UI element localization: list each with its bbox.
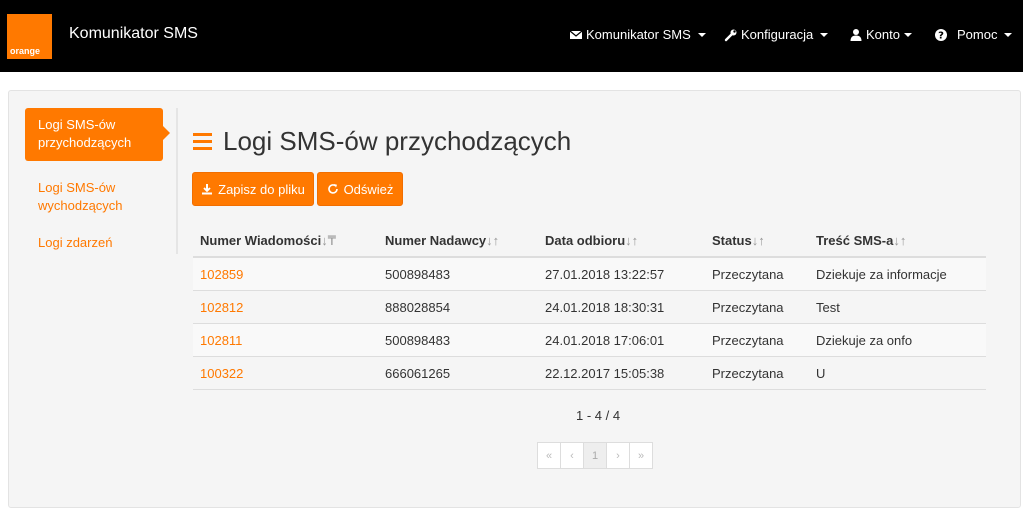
status: Przeczytana: [712, 300, 784, 315]
column-header-message-number[interactable]: Numer Wiadomości↓₸: [200, 233, 336, 249]
logo-text: orange: [10, 46, 41, 56]
sidebar: Logi SMS-ów przychodzących Logi SMS-ów w…: [25, 108, 178, 254]
nav-konto-label: Konto: [866, 27, 900, 42]
message-number-link[interactable]: 102859: [200, 267, 243, 282]
pagination-prev-button[interactable]: ‹: [560, 442, 584, 469]
pagination-page-1[interactable]: 1: [583, 442, 607, 469]
sidebar-item-label: Logi SMS-ów: [38, 117, 116, 132]
save-to-file-button[interactable]: Zapisz do pliku: [192, 172, 314, 206]
receive-date: 24.01.2018 17:06:01: [545, 333, 665, 348]
sender-number: 888028854: [385, 300, 451, 315]
message-number-link[interactable]: 100322: [200, 366, 243, 381]
pagination-last-button[interactable]: »: [629, 442, 653, 469]
pager-info: 1 - 4 / 4: [576, 408, 621, 423]
refresh-label: Odśwież: [343, 181, 394, 197]
pagination: « ‹ 1 › »: [537, 442, 653, 469]
table-header-row: Numer Wiadomości↓₸ Numer Nadawcy↓↑ Data …: [193, 224, 986, 258]
column-header-sms-content[interactable]: Treść SMS-a↓↑: [816, 233, 906, 248]
nav-konto[interactable]: Konto: [849, 27, 912, 42]
message-number-link[interactable]: 102812: [200, 300, 243, 315]
receive-date: 27.01.2018 13:22:57: [545, 267, 665, 282]
nav-pomoc-label: Pomoc: [957, 27, 998, 42]
sender-number: 666061265: [385, 366, 451, 381]
nav-pomoc[interactable]: ? Pomoc: [934, 27, 1013, 42]
message-number-link[interactable]: 102811: [200, 333, 242, 348]
orange-logo[interactable]: orange: [7, 14, 52, 59]
column-header-receive-date[interactable]: Data odbioru↓↑: [545, 233, 638, 248]
sidebar-item-label: wychodzących: [38, 198, 123, 213]
status: Przeczytana: [712, 267, 784, 282]
sort-icon: ↓↑: [625, 233, 639, 248]
page-title: Logi SMS-ów przychodzących: [193, 126, 571, 157]
column-header-status[interactable]: Status↓↑: [712, 233, 765, 248]
download-icon: [202, 184, 213, 195]
refresh-button[interactable]: Odśwież: [317, 172, 403, 206]
caret-down-icon: [697, 32, 706, 37]
sms-content: U: [816, 366, 826, 381]
caret-down-icon: [903, 32, 912, 37]
sidebar-item-label: Logi zdarzeń: [38, 235, 113, 250]
table-row[interactable]: 102812 888028854 24.01.2018 18:30:31 Prz…: [193, 291, 986, 324]
sms-content: Dziekuje za informacje: [816, 267, 947, 282]
table-row[interactable]: 102859 500898483 27.01.2018 13:22:57 Prz…: [193, 258, 986, 291]
status: Przeczytana: [712, 333, 784, 348]
question-circle-icon: ?: [935, 28, 947, 41]
sort-icon: ↓↑: [486, 233, 500, 248]
nav-konfiguracja[interactable]: Konfiguracja: [724, 27, 829, 42]
sort-icon: ↓↑: [893, 233, 907, 248]
svg-text:?: ?: [938, 30, 944, 41]
sort-icon: ↓↑: [751, 233, 765, 248]
sms-content: Test: [816, 300, 840, 315]
table-row[interactable]: 100322 666061265 22.12.2017 15:05:38 Prz…: [193, 357, 986, 390]
user-icon: [850, 28, 862, 41]
page-title-text: Logi SMS-ów przychodzących: [223, 126, 572, 156]
pagination-first-button[interactable]: «: [537, 442, 561, 469]
app-title[interactable]: Komunikator SMS: [69, 25, 198, 43]
receive-date: 24.01.2018 18:30:31: [545, 300, 665, 315]
nav-konfiguracja-label: Konfiguracja: [741, 27, 814, 42]
sidebar-item-incoming-logs[interactable]: Logi SMS-ów przychodzących: [25, 108, 170, 161]
caret-down-icon: [1004, 32, 1013, 37]
sort-desc-icon: ↓₸: [321, 233, 337, 248]
sidebar-item-event-logs[interactable]: Logi zdarzeń: [25, 226, 163, 260]
sender-number: 500898483: [385, 333, 451, 348]
sms-content: Dziekuje za onfo: [816, 333, 913, 348]
refresh-icon: [327, 184, 338, 194]
caret-down-icon: [820, 32, 829, 37]
sidebar-item-label: Logi SMS-ów: [38, 180, 116, 195]
pagination-next-button[interactable]: ›: [606, 442, 630, 469]
wrench-icon: [724, 29, 737, 41]
nav-komunikator-sms[interactable]: Komunikator SMS: [569, 27, 706, 42]
column-header-sender-number[interactable]: Numer Nadawcy↓↑: [385, 233, 499, 248]
status: Przeczytana: [712, 366, 784, 381]
sidebar-item-label: przychodzących: [38, 135, 132, 150]
sender-number: 500898483: [385, 267, 451, 282]
sidebar-item-outgoing-logs[interactable]: Logi SMS-ów wychodzących: [25, 171, 163, 223]
table-row[interactable]: 102811 500898483 24.01.2018 17:06:01 Prz…: [193, 324, 986, 357]
envelope-icon: [569, 30, 583, 39]
top-navbar: orange Komunikator SMS Komunikator SMS K…: [0, 0, 1023, 72]
save-to-file-label: Zapisz do pliku: [218, 181, 305, 197]
list-icon: [193, 133, 212, 150]
nav-komunikator-sms-label: Komunikator SMS: [586, 27, 691, 42]
receive-date: 22.12.2017 15:05:38: [545, 366, 665, 381]
